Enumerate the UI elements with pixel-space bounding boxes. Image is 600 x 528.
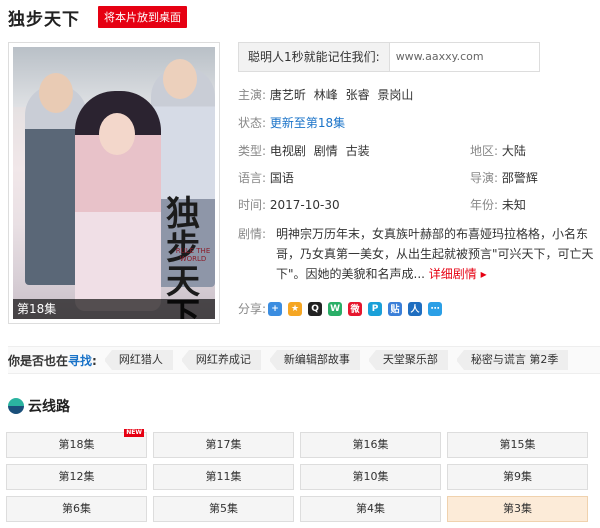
episode-label[interactable]: 第11集 [206, 470, 242, 483]
plot-more-link[interactable]: 详细剧情 ▸ [429, 267, 487, 281]
episode-label[interactable]: 第17集 [206, 438, 242, 451]
share-row: 分享: + ★ Q W 微 P 贴 人 ⋯ [238, 300, 448, 317]
share-label: 分享: [238, 302, 267, 316]
episode-button[interactable]: 第4集 [300, 496, 441, 522]
remember-box: 聪明人1秒就能记住我们: www.aaxxy.com [238, 42, 540, 72]
qzone-icon[interactable]: ★ [288, 301, 303, 316]
episode-label[interactable]: 第4集 [356, 502, 385, 515]
time-label: 时间: [238, 198, 267, 212]
weibo-icon[interactable]: 微 [348, 301, 363, 316]
new-badge: NEW [124, 429, 144, 437]
language-row: 语言: 国语 [238, 169, 294, 187]
related-tag[interactable]: 天堂聚乐部 [367, 350, 448, 370]
cast-link[interactable]: 张睿 [346, 88, 370, 102]
episode-label[interactable]: 第12集 [59, 470, 95, 483]
poster[interactable]: 独步天下 RULE THE WORLD 第18集 [8, 42, 220, 324]
cast-row: 主演: 唐艺昕 林峰 张睿 景岗山 [238, 86, 413, 104]
related-tag[interactable]: 新编辑部故事 [268, 350, 360, 370]
episode-button[interactable]: 第18集 NEW [6, 429, 147, 458]
title-row: 独步天下 将本片放到桌面 [8, 6, 187, 30]
add-to-desktop-button[interactable]: 将本片放到桌面 [98, 6, 187, 28]
cloud-route-icon [8, 398, 24, 414]
episode-label[interactable]: 第15集 [500, 438, 536, 451]
episode-button[interactable]: 第17集 [153, 432, 294, 458]
episode-label[interactable]: 第16集 [353, 438, 389, 451]
episode-button[interactable]: 第12集 [6, 464, 147, 490]
qq-icon[interactable]: Q [308, 301, 323, 316]
wechat-icon[interactable]: W [328, 301, 343, 316]
related-tag[interactable]: 网红猎人 [103, 350, 173, 370]
episode-button[interactable]: 第5集 [153, 496, 294, 522]
related-label-prefix: 你是否也在 [8, 353, 69, 368]
related-tag[interactable]: 网红养成记 [180, 350, 261, 370]
renren-icon[interactable]: 人 [408, 301, 423, 316]
cloud-section-title: 云线路 [28, 399, 70, 415]
episode-badge: 第18集 [13, 299, 215, 319]
episode-label[interactable]: 第18集 [59, 438, 95, 451]
episode-button[interactable]: 第6集 [6, 496, 147, 522]
episode-button[interactable]: 第11集 [153, 464, 294, 490]
more-share-icon[interactable]: ⋯ [428, 301, 443, 316]
cast-link[interactable]: 林峰 [314, 88, 338, 102]
language-label: 语言: [238, 171, 267, 185]
remember-url[interactable]: www.aaxxy.com [390, 43, 484, 71]
region-row: 地区: 大陆 [470, 142, 526, 160]
tieba-icon[interactable]: 贴 [388, 301, 403, 316]
region-label: 地区: [470, 144, 499, 158]
episode-button[interactable]: 第16集 [300, 432, 441, 458]
region-value[interactable]: 大陆 [502, 144, 526, 158]
related-tag[interactable]: 秘密与谎言 第2季 [455, 350, 569, 370]
related-search-row: 你是否也在寻找: 网红猎人 网红养成记 新编辑部故事 天堂聚乐部 秘密与谎言 第… [8, 346, 600, 374]
episode-grid: 第18集 NEW 第17集 第16集 第15集第12集 第11集 第10集 第9集第6集 第5集… [6, 429, 598, 522]
year-label: 年份: [470, 198, 499, 212]
episode-label[interactable]: 第3集 [503, 502, 532, 515]
type-row: 类型: 电视剧 剧情 古装 [238, 142, 370, 160]
cast-label: 主演: [238, 88, 267, 102]
episode-button[interactable]: 第15集 [447, 432, 588, 458]
type-link[interactable]: 电视剧 [270, 144, 306, 158]
cast-link[interactable]: 唐艺昕 [270, 88, 306, 102]
plot-text: 明神宗万历年末，女真族叶赫部的布喜娅玛拉格格，小名东哥，乃女真第一美女，从出生起… [276, 224, 598, 284]
pinterest-icon[interactable]: P [368, 301, 383, 316]
episode-button[interactable]: 第3集 [447, 496, 588, 522]
cloud-section-header: 云线路 [8, 396, 70, 416]
episode-label[interactable]: 第10集 [353, 470, 389, 483]
episode-button[interactable]: 第10集 [300, 464, 441, 490]
year-row: 年份: 未知 [470, 196, 526, 214]
time-value: 2017-10-30 [269, 198, 340, 212]
plus-share-icon[interactable]: + [268, 301, 283, 316]
time-row: 时间: 2017-10-30 [238, 196, 340, 214]
related-label-highlight: 寻找 [68, 353, 93, 368]
related-search-label: 你是否也在寻找: [8, 352, 97, 369]
plot-more-label[interactable]: 详细剧情 [429, 267, 477, 281]
poster-image[interactable]: 独步天下 RULE THE WORLD 第18集 [13, 47, 215, 319]
type-link[interactable]: 古装 [346, 144, 370, 158]
director-label: 导演: [470, 171, 499, 185]
episode-label[interactable]: 第5集 [209, 502, 238, 515]
plot-row: 剧情: 明神宗万历年末，女真族叶赫部的布喜娅玛拉格格，小名东哥，乃女真第一美女，… [238, 224, 598, 284]
year-value: 未知 [501, 198, 526, 212]
episode-label[interactable]: 第9集 [503, 470, 532, 483]
type-label: 类型: [238, 144, 267, 158]
status-value: 更新至第18集 [269, 116, 346, 130]
episode-button[interactable]: 第9集 [447, 464, 588, 490]
page-title: 独步天下 [8, 9, 80, 30]
remember-label: 聪明人1秒就能记住我们: [239, 43, 390, 71]
cast-link[interactable]: 景岗山 [377, 88, 413, 102]
poster-subtitle: RULE THE WORLD [175, 247, 211, 263]
related-label-suffix: : [92, 353, 97, 368]
director-row: 导演: 邵警辉 [470, 169, 538, 187]
language-value[interactable]: 国语 [270, 171, 294, 185]
status-label: 状态: [238, 116, 267, 130]
episode-label[interactable]: 第6集 [62, 502, 91, 515]
director-value[interactable]: 邵警辉 [502, 171, 538, 185]
plot-label: 剧情: [238, 227, 267, 241]
type-link[interactable]: 剧情 [314, 144, 338, 158]
status-row: 状态: 更新至第18集 [238, 114, 345, 132]
